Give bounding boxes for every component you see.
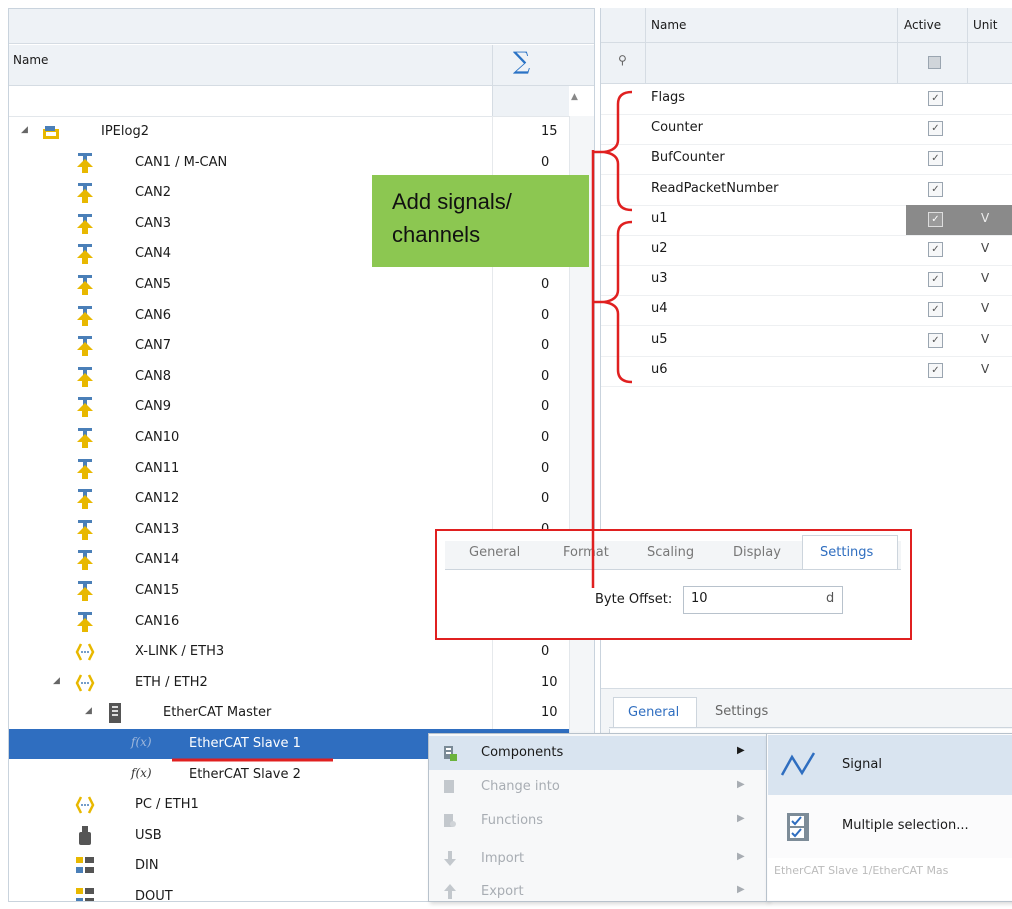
menu-item-import[interactable]: Import ▶ bbox=[429, 842, 767, 876]
signal-icon bbox=[780, 752, 816, 776]
export-icon bbox=[444, 884, 456, 899]
menu-item-functions[interactable]: Functions ▶ bbox=[429, 804, 767, 838]
multiple-selection-icon bbox=[787, 813, 809, 841]
components-submenu: Signal Multiple selection... EtherCAT Sl… bbox=[766, 733, 1012, 902]
submenu-arrow-icon: ▶ bbox=[737, 851, 745, 862]
submenu-arrow-icon: ▶ bbox=[737, 745, 745, 756]
menu-item-label: Import bbox=[481, 851, 525, 866]
submenu-item-label: Signal bbox=[842, 757, 882, 772]
menu-item-export[interactable]: Export ▶ bbox=[429, 875, 767, 909]
submenu-item-label: Multiple selection... bbox=[842, 818, 969, 833]
submenu-arrow-icon: ▶ bbox=[737, 813, 745, 824]
menu-item-components[interactable]: Components ▶ bbox=[429, 736, 767, 770]
annotation-brace-1 bbox=[603, 90, 633, 212]
menu-item-change-into[interactable]: Change into ▶ bbox=[429, 770, 767, 804]
components-icon bbox=[444, 746, 457, 761]
menu-item-label: Change into bbox=[481, 779, 560, 794]
annotation-brace-2 bbox=[603, 220, 633, 384]
submenu-footer: EtherCAT Slave 1/EtherCAT Mas bbox=[768, 858, 1012, 900]
menu-item-label: Components bbox=[481, 745, 564, 760]
context-menu: Components ▶ Change into ▶ Functions ▶ I… bbox=[428, 733, 768, 902]
change-into-icon bbox=[444, 780, 454, 793]
submenu-arrow-icon: ▶ bbox=[737, 884, 745, 895]
menu-item-label: Export bbox=[481, 884, 524, 899]
submenu-footer-text: EtherCAT Slave 1/EtherCAT Mas bbox=[774, 864, 949, 877]
menu-item-label: Functions bbox=[481, 813, 544, 828]
functions-icon bbox=[444, 814, 456, 827]
submenu-item-multiple-selection[interactable]: Multiple selection... bbox=[768, 796, 1012, 856]
submenu-arrow-icon: ▶ bbox=[737, 779, 745, 790]
submenu-item-signal[interactable]: Signal bbox=[768, 735, 1012, 795]
import-icon bbox=[444, 851, 456, 866]
